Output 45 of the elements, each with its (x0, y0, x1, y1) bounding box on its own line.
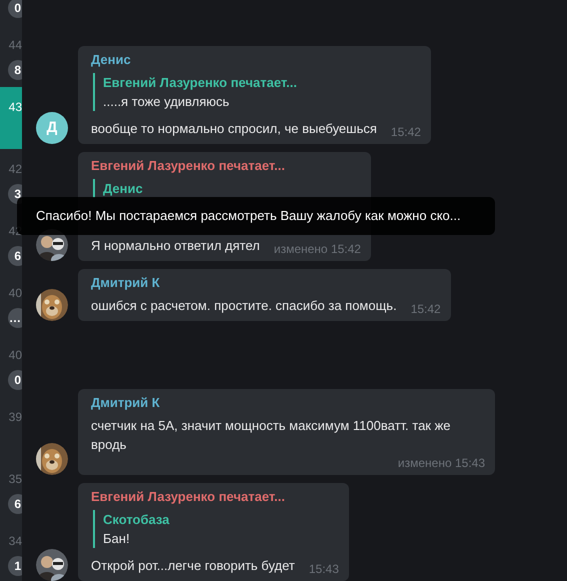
chat-list-item[interactable]: 34 1 (0, 521, 22, 581)
time-text: 42 (8, 162, 22, 177)
message-text: ошибся с расчетом. простите. спасибо за помощь. (91, 297, 397, 315)
message-text: Я нормально ответил дятел (91, 237, 260, 255)
time-text: 44 (8, 38, 22, 53)
reply-author: Скотобаза (103, 511, 170, 529)
chat-list-item[interactable]: 40 … (0, 273, 22, 335)
unread-badge: 0 (8, 0, 22, 18)
sender-name: Денис (91, 52, 132, 67)
message-time: изменено 15:42 (274, 241, 361, 258)
time-text: 40 (8, 348, 22, 363)
message-text: счетчик на 5А, значит мощность максимум 1100ватт. так же вродь (91, 417, 452, 454)
sender-name: Евгений Лазуренко печатает... (91, 158, 286, 173)
time-text: 39 (8, 410, 22, 425)
chat-list-item[interactable]: 42 6 (0, 211, 22, 273)
message-time: 15:42 (410, 301, 441, 318)
reply-text: Бан! (103, 530, 131, 548)
chat-list-item[interactable]: 44 8 (0, 25, 22, 87)
time-text: 42 (8, 224, 22, 239)
reply-text: .....я тоже удивляюсь (103, 93, 230, 111)
sender-name: Дмитрий К (91, 395, 161, 410)
unread-badge: … (8, 308, 22, 328)
chat-list-item[interactable]: 40 0 (0, 335, 22, 397)
message-time: 15:43 (308, 561, 339, 578)
avatar-letter: Д (36, 112, 68, 144)
reply-author: Евгений Лазуренко печатает... (103, 74, 298, 92)
unread-badge: 6 (8, 494, 22, 514)
time-text: 43 (8, 100, 22, 115)
unread-badge: 1 (8, 556, 22, 576)
unread-badge: 8 (8, 60, 22, 80)
chat-list-item[interactable]: 35 6 (0, 459, 22, 521)
unread-badge: 6 (8, 246, 22, 266)
message-time: 15:42 (390, 124, 421, 141)
time-text: 40 (8, 286, 22, 301)
time-text: 34 (8, 534, 22, 549)
message-text: вообще то нормально спросил, че выебуешься (91, 120, 377, 138)
sender-name: Дмитрий К (91, 275, 161, 290)
unread-badge: 3 (8, 184, 22, 204)
message-time: изменено 15:43 (398, 455, 485, 472)
reply-author: Денис (103, 180, 144, 198)
unread-badge: 0 (8, 370, 22, 390)
message-text: Открой рот...легче говорить будет (91, 557, 295, 575)
sender-name: Евгений Лазуренко печатает... (91, 489, 286, 504)
chat-list-item[interactable]: 0 (0, 0, 22, 25)
time-text: 35 (8, 472, 22, 487)
